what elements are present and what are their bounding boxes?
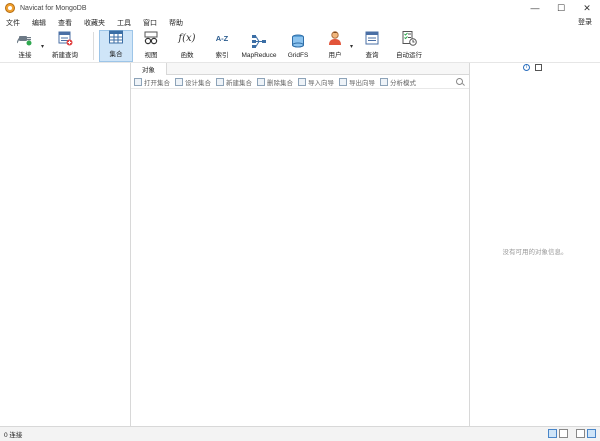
mapreduce-label: MapReduce [241, 52, 277, 59]
menu-file[interactable]: 文件 [0, 18, 26, 28]
window-controls: — ☐ ✕ [522, 0, 600, 16]
automation-label: 自动运行 [396, 52, 422, 59]
user-button[interactable]: 用户 [322, 30, 348, 62]
automation-button[interactable]: 自动运行 [392, 30, 426, 62]
design-collection-icon [175, 77, 183, 86]
import-wizard-button[interactable]: 导入向导 [298, 77, 334, 87]
object-toolbar: 打开集合 设计集合 新建集合 删除集合 导入向导 导出向导 分析模式 [131, 75, 469, 89]
info-icon[interactable]: i [523, 64, 530, 71]
delete-collection-button[interactable]: 删除集合 [257, 77, 293, 87]
connect-label: 连接 [18, 52, 32, 59]
menu-edit[interactable]: 编辑 [26, 18, 52, 28]
user-dropdown-icon[interactable]: ▾ [350, 43, 353, 50]
mapreduce-icon [251, 33, 267, 49]
collection-button[interactable]: 集合 [99, 30, 133, 62]
menu-view[interactable]: 查看 [52, 18, 78, 28]
status-bar: 0 连接 [0, 426, 600, 441]
object-pane: 对象 打开集合 设计集合 新建集合 删除集合 导入向导 导出向导 分析模式 [131, 63, 470, 426]
close-button[interactable]: ✕ [574, 0, 600, 16]
ddl-icon[interactable] [535, 64, 542, 71]
delete-collection-label: 删除集合 [267, 79, 293, 87]
main-toolbar: 连接 ▾ 新建查询 集合 视图 f(x) 函数 A-Z 索引 MapReduce… [0, 29, 600, 63]
view-mode-buttons [546, 429, 596, 438]
function-button[interactable]: f(x) 函数 [174, 30, 200, 62]
collection-icon [108, 29, 124, 45]
gridfs-icon [290, 33, 306, 49]
glasses-icon [143, 30, 159, 46]
open-collection-icon [134, 77, 142, 86]
index-icon-text: A-Z [215, 33, 229, 43]
index-button[interactable]: A-Z 索引 [209, 30, 235, 62]
mapreduce-button[interactable]: MapReduce [240, 30, 278, 62]
sort-az-icon: A-Z [214, 30, 230, 46]
new-collection-label: 新建集合 [226, 79, 252, 87]
gridfs-button[interactable]: GridFS [284, 30, 312, 62]
new-collection-button[interactable]: 新建集合 [216, 77, 252, 87]
connect-button[interactable]: 连接 [10, 30, 40, 62]
new-collection-icon [216, 77, 224, 86]
new-query-button[interactable]: 新建查询 [48, 30, 82, 62]
minimize-button[interactable]: — [522, 0, 548, 16]
detail-view-icon[interactable] [559, 429, 568, 438]
toggle-nav-pane-icon[interactable] [576, 429, 585, 438]
function-icon: f(x) [178, 30, 196, 46]
view-button[interactable]: 视图 [138, 30, 164, 62]
collection-label: 集合 [109, 51, 123, 58]
maximize-button[interactable]: ☐ [548, 0, 574, 16]
export-wizard-icon [339, 77, 347, 86]
user-icon [327, 30, 343, 46]
analyze-schema-label: 分析模式 [390, 79, 416, 87]
gridfs-label: GridFS [287, 52, 309, 59]
query-button[interactable]: 查询 [359, 30, 385, 62]
tab-bar: 对象 [131, 63, 469, 75]
open-collection-button[interactable]: 打开集合 [134, 77, 170, 87]
menu-bar: 文件 编辑 查看 收藏夹 工具 窗口 帮助 登录 [0, 16, 600, 29]
delete-collection-icon [257, 77, 265, 86]
design-collection-button[interactable]: 设计集合 [175, 77, 211, 87]
menu-favorites[interactable]: 收藏夹 [78, 18, 111, 28]
new-query-label: 新建查询 [52, 52, 78, 59]
function-label: 函数 [180, 52, 194, 59]
tab-objects[interactable]: 对象 [131, 63, 167, 75]
design-collection-label: 设计集合 [185, 79, 211, 87]
toggle-info-pane-icon[interactable] [587, 429, 596, 438]
list-view-icon[interactable] [548, 429, 557, 438]
analyze-schema-button[interactable]: 分析模式 [380, 77, 416, 87]
automation-icon [401, 30, 417, 46]
index-label: 索引 [215, 52, 229, 59]
export-wizard-button[interactable]: 导出向导 [339, 77, 375, 87]
app-logo-icon [5, 3, 15, 13]
menu-tools[interactable]: 工具 [111, 18, 137, 28]
open-collection-label: 打开集合 [144, 79, 170, 87]
info-pane-toolbar: i [523, 64, 542, 71]
search-icon[interactable] [456, 78, 463, 85]
connection-count: 0 连接 [4, 432, 23, 439]
toolbar-separator [93, 32, 94, 60]
info-pane: i 没有可用的对象信息。 [470, 63, 600, 426]
export-wizard-label: 导出向导 [349, 79, 375, 87]
import-wizard-label: 导入向导 [308, 79, 334, 87]
connection-tree-pane[interactable] [0, 63, 131, 426]
plug-icon [17, 30, 33, 46]
import-wizard-icon [298, 77, 306, 86]
analyze-schema-icon [380, 77, 388, 86]
login-link[interactable]: 登录 [578, 16, 592, 29]
new-query-icon [57, 30, 73, 46]
query-icon [364, 30, 380, 46]
query-label: 查询 [365, 52, 379, 59]
menu-help[interactable]: 帮助 [163, 18, 189, 28]
menu-window[interactable]: 窗口 [137, 18, 163, 28]
empty-info-message: 没有可用的对象信息。 [502, 249, 568, 256]
function-icon-text: f(x) [178, 32, 196, 44]
connect-dropdown-icon[interactable]: ▾ [41, 43, 44, 50]
window-title: Navicat for MongoDB [20, 4, 87, 12]
title-bar: Navicat for MongoDB — ☐ ✕ [0, 0, 600, 16]
view-label: 视图 [144, 52, 158, 59]
user-label: 用户 [328, 52, 342, 59]
